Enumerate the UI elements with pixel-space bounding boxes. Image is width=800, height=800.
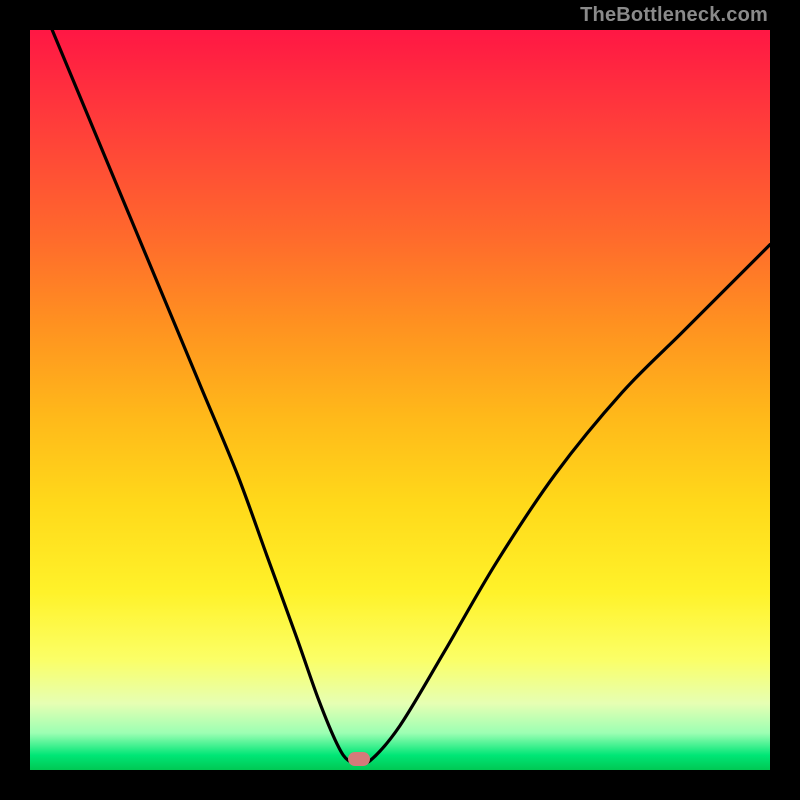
optimum-marker (348, 752, 370, 766)
watermark-text: TheBottleneck.com (580, 4, 768, 27)
plot-area (30, 30, 770, 770)
curve-svg (30, 30, 770, 770)
bottleneck-curve (52, 30, 770, 763)
chart-frame: TheBottleneck.com (0, 0, 800, 800)
